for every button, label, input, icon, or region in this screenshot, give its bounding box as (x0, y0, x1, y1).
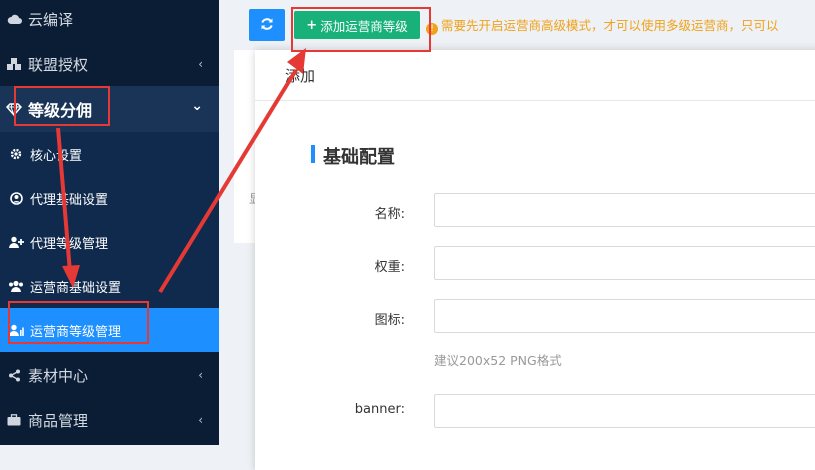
annotation-arrowhead-down (62, 265, 80, 288)
annotation-arrowhead-up (287, 48, 306, 74)
annotation-arrow-down (56, 127, 72, 273)
annotation-arrow-up (158, 68, 298, 294)
annotation-arrows (56, 48, 306, 294)
